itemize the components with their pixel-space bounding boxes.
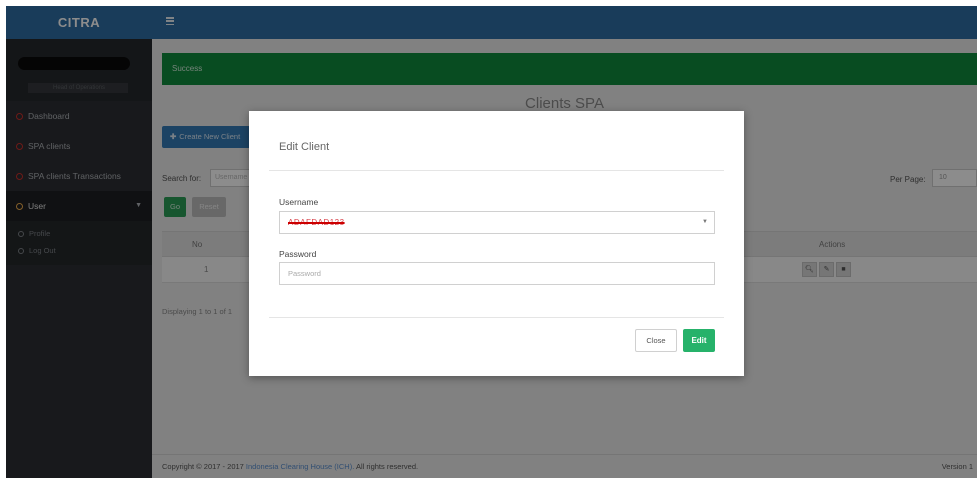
username-label: Username	[279, 197, 319, 207]
username-select[interactable]: ADAFDAD123 ▼	[279, 211, 715, 234]
modal-footer-divider	[269, 317, 724, 318]
username-value-redacted: ADAFDAD123	[288, 218, 345, 227]
edit-button[interactable]: Edit	[683, 329, 715, 352]
chevron-down-icon: ▼	[702, 219, 708, 225]
modal-title: Edit Client	[279, 141, 330, 153]
password-input[interactable]	[279, 262, 715, 285]
modal-header: Edit Client	[269, 111, 724, 171]
password-label: Password	[279, 249, 317, 259]
close-button[interactable]: Close	[635, 329, 677, 352]
edit-client-modal: Edit Client Username ADAFDAD123 ▼ Passwo…	[249, 111, 744, 376]
